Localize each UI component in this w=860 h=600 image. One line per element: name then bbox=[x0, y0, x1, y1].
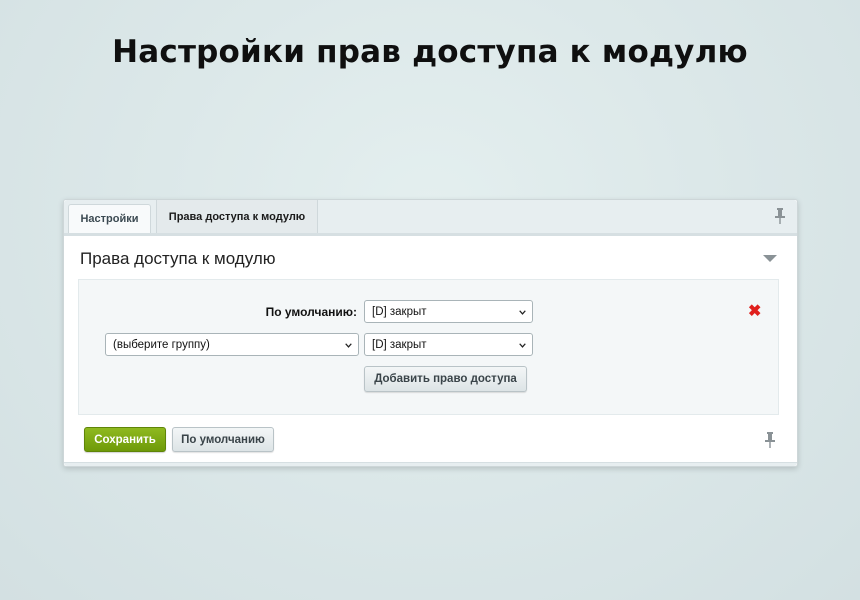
panel-footer-border bbox=[64, 462, 797, 466]
group-permission-value: [D] закрыт bbox=[372, 338, 427, 351]
settings-panel: Настройки Права доступа к модулю Права д… bbox=[63, 199, 798, 467]
pin-icon[interactable] bbox=[775, 208, 785, 224]
chevron-down-icon bbox=[345, 343, 352, 348]
default-permission-value: [D] закрыт bbox=[372, 305, 427, 318]
default-button[interactable]: По умолчанию bbox=[172, 427, 274, 452]
default-permission-label: По умолчанию: bbox=[265, 305, 357, 319]
tab-module-access[interactable]: Права доступа к модулю bbox=[156, 200, 318, 233]
section-title: Права доступа к модулю bbox=[80, 249, 276, 268]
pin-icon[interactable] bbox=[765, 432, 775, 448]
group-select-value: (выберите группу) bbox=[113, 338, 210, 351]
chevron-down-icon bbox=[519, 343, 526, 348]
permissions-area: По умолчанию: [D] закрыт ✖ (выберите гру… bbox=[78, 279, 779, 415]
group-permission-select[interactable]: [D] закрыт bbox=[364, 333, 533, 356]
tab-strip: Настройки Права доступа к модулю bbox=[64, 200, 797, 236]
delete-icon[interactable]: ✖ bbox=[748, 304, 761, 320]
chevron-down-icon bbox=[519, 310, 526, 315]
page-title: Настройки прав доступа к модулю bbox=[112, 34, 748, 70]
collapse-arrow-icon[interactable] bbox=[763, 255, 777, 262]
group-select[interactable]: (выберите группу) bbox=[105, 333, 359, 356]
default-permission-select[interactable]: [D] закрыт bbox=[364, 300, 533, 323]
add-permission-button[interactable]: Добавить право доступа bbox=[364, 366, 527, 392]
tab-settings[interactable]: Настройки bbox=[68, 204, 151, 233]
save-button[interactable]: Сохранить bbox=[84, 427, 166, 452]
